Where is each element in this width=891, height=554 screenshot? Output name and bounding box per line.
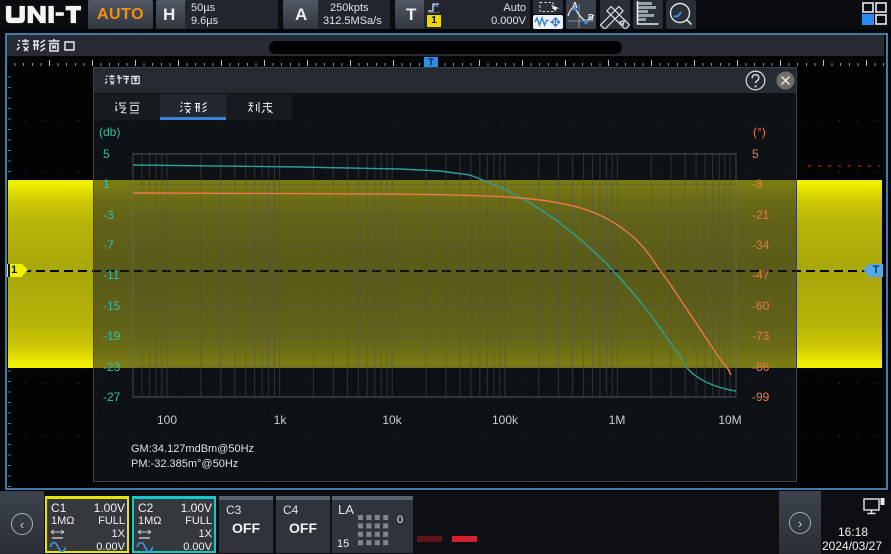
svg-text:A: A bbox=[572, 1, 578, 10]
svg-text:B: B bbox=[588, 13, 594, 22]
